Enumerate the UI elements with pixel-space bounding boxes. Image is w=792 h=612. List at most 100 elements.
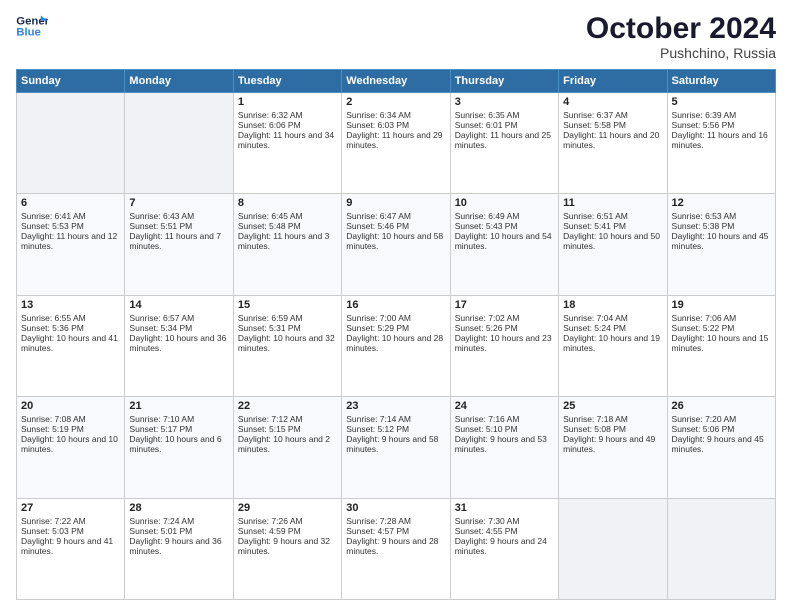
sunrise-text: Sunrise: 7:12 AM	[238, 414, 337, 424]
daylight-text: Daylight: 9 hours and 28 minutes.	[346, 536, 445, 556]
calendar-cell: 11 Sunrise: 6:51 AMSunset: 5:41 PMDayligh…	[559, 194, 667, 295]
day-number: 21	[129, 400, 228, 412]
sunset-text: Sunset: 5:36 PM	[21, 323, 120, 333]
sunset-text: Sunset: 4:57 PM	[346, 526, 445, 536]
day-number: 25	[563, 400, 662, 412]
sunset-text: Sunset: 5:56 PM	[672, 120, 771, 130]
daylight-text: Daylight: 10 hours and 6 minutes.	[129, 434, 228, 454]
daylight-text: Daylight: 10 hours and 32 minutes.	[238, 333, 337, 353]
calendar-week-4: 20Sunrise: 7:08 AMSunset: 5:19 PMDayligh…	[17, 397, 776, 498]
daylight-text: Daylight: 10 hours and 45 minutes.	[672, 231, 771, 251]
logo-icon: General Blue	[16, 12, 48, 40]
calendar-cell: 27Sunrise: 7:22 AMSunset: 5:03 PMDayligh…	[17, 498, 125, 599]
calendar-cell: 5Sunrise: 6:39 AMSunset: 5:56 PMDaylight…	[667, 93, 775, 194]
calendar-cell: 31Sunrise: 7:30 AMSunset: 4:55 PMDayligh…	[450, 498, 558, 599]
daylight-text: Daylight: 10 hours and 19 minutes.	[563, 333, 662, 353]
sunrise-text: Sunrise: 7:20 AM	[672, 414, 771, 424]
day-number: 19	[672, 299, 771, 311]
sunrise-text: Sunrise: 6:47 AM	[346, 211, 445, 221]
day-number: 27	[21, 502, 120, 514]
calendar-cell: 25Sunrise: 7:18 AMSunset: 5:08 PMDayligh…	[559, 397, 667, 498]
day-number: 12	[672, 197, 771, 209]
calendar-cell: 6Sunrise: 6:41 AMSunset: 5:53 PMDaylight…	[17, 194, 125, 295]
sunset-text: Sunset: 5:41 PM	[563, 221, 662, 231]
day-number: 18	[563, 299, 662, 311]
day-number: 5	[672, 96, 771, 108]
day-number: 10	[455, 197, 554, 209]
sunset-text: Sunset: 4:59 PM	[238, 526, 337, 536]
calendar-cell: 24Sunrise: 7:16 AMSunset: 5:10 PMDayligh…	[450, 397, 558, 498]
daylight-text: Daylight: 10 hours and 15 minutes.	[672, 333, 771, 353]
svg-text:General: General	[16, 15, 48, 27]
daylight-text: Daylight: 10 hours and 23 minutes.	[455, 333, 554, 353]
sunset-text: Sunset: 5:26 PM	[455, 323, 554, 333]
daylight-text: Daylight: 10 hours and 10 minutes.	[21, 434, 120, 454]
daylight-text: Daylight: 9 hours and 24 minutes.	[455, 536, 554, 556]
daylight-text: Daylight: 11 hours and 12 minutes.	[21, 231, 120, 251]
day-number: 7	[129, 197, 228, 209]
calendar-cell: 17Sunrise: 7:02 AMSunset: 5:26 PMDayligh…	[450, 295, 558, 396]
day-number: 3	[455, 96, 554, 108]
daylight-text: Daylight: 9 hours and 45 minutes.	[672, 434, 771, 454]
page: General Blue October 2024 Pushchino, Rus…	[0, 0, 792, 612]
sunset-text: Sunset: 5:01 PM	[129, 526, 228, 536]
calendar-cell: 20Sunrise: 7:08 AMSunset: 5:19 PMDayligh…	[17, 397, 125, 498]
sunrise-text: Sunrise: 6:34 AM	[346, 110, 445, 120]
calendar-cell: 21 Sunrise: 7:10 AMSunset: 5:17 PMDayligh…	[125, 397, 233, 498]
calendar-cell	[17, 93, 125, 194]
sunset-text: Sunset: 6:03 PM	[346, 120, 445, 130]
calendar-cell: 29Sunrise: 7:26 AMSunset: 4:59 PMDayligh…	[233, 498, 341, 599]
sunrise-text: Sunrise: 6:45 AM	[238, 211, 337, 221]
calendar-cell: 30Sunrise: 7:28 AMSunset: 4:57 PMDayligh…	[342, 498, 450, 599]
daylight-text: Daylight: 10 hours and 50 minutes.	[563, 231, 662, 251]
day-number: 20	[21, 400, 120, 412]
day-number: 28	[129, 502, 228, 514]
calendar-cell: 7Sunrise: 6:43 AMSunset: 5:51 PMDaylight…	[125, 194, 233, 295]
sunrise-text: Sunrise: 7:16 AM	[455, 414, 554, 424]
daylight-text: Daylight: 10 hours and 36 minutes.	[129, 333, 228, 353]
sunrise-text: Sunrise: 7:10 AM	[129, 414, 228, 424]
day-number: 1	[238, 96, 337, 108]
calendar-week-5: 27Sunrise: 7:22 AMSunset: 5:03 PMDayligh…	[17, 498, 776, 599]
sunrise-text: Sunrise: 6:51 AM	[563, 211, 662, 221]
sunset-text: Sunset: 5:22 PM	[672, 323, 771, 333]
day-number: 9	[346, 197, 445, 209]
calendar-cell	[125, 93, 233, 194]
day-header-wednesday: Wednesday	[342, 70, 450, 93]
sunset-text: Sunset: 5:29 PM	[346, 323, 445, 333]
daylight-text: Daylight: 11 hours and 20 minutes.	[563, 130, 662, 150]
sunset-text: Sunset: 6:06 PM	[238, 120, 337, 130]
sunset-text: Sunset: 5:06 PM	[672, 424, 771, 434]
daylight-text: Daylight: 10 hours and 2 minutes.	[238, 434, 337, 454]
day-number: 2	[346, 96, 445, 108]
sunrise-text: Sunrise: 7:14 AM	[346, 414, 445, 424]
calendar-cell: 2Sunrise: 6:34 AMSunset: 6:03 PMDaylight…	[342, 93, 450, 194]
sunset-text: Sunset: 5:15 PM	[238, 424, 337, 434]
sunrise-text: Sunrise: 6:41 AM	[21, 211, 120, 221]
sunrise-text: Sunrise: 6:49 AM	[455, 211, 554, 221]
day-header-tuesday: Tuesday	[233, 70, 341, 93]
logo: General Blue	[16, 12, 48, 40]
svg-text:Blue: Blue	[16, 27, 41, 39]
sunset-text: Sunset: 5:08 PM	[563, 424, 662, 434]
calendar-week-2: 6Sunrise: 6:41 AMSunset: 5:53 PMDaylight…	[17, 194, 776, 295]
sunrise-text: Sunrise: 7:30 AM	[455, 516, 554, 526]
sunrise-text: Sunrise: 6:53 AM	[672, 211, 771, 221]
sunset-text: Sunset: 5:43 PM	[455, 221, 554, 231]
daylight-text: Daylight: 10 hours and 54 minutes.	[455, 231, 554, 251]
day-number: 11	[563, 197, 662, 209]
location-subtitle: Pushchino, Russia	[586, 45, 776, 61]
sunset-text: Sunset: 5:17 PM	[129, 424, 228, 434]
day-number: 30	[346, 502, 445, 514]
day-number: 8	[238, 197, 337, 209]
day-header-monday: Monday	[125, 70, 233, 93]
daylight-text: Daylight: 9 hours and 53 minutes.	[455, 434, 554, 454]
calendar-cell	[667, 498, 775, 599]
day-number: 17	[455, 299, 554, 311]
day-number: 24	[455, 400, 554, 412]
calendar-cell: 19Sunrise: 7:06 AMSunset: 5:22 PMDayligh…	[667, 295, 775, 396]
calendar-header-row: SundayMondayTuesdayWednesdayThursdayFrid…	[17, 70, 776, 93]
day-number: 26	[672, 400, 771, 412]
calendar-cell: 13Sunrise: 6:55 AMSunset: 5:36 PMDayligh…	[17, 295, 125, 396]
sunset-text: Sunset: 5:48 PM	[238, 221, 337, 231]
